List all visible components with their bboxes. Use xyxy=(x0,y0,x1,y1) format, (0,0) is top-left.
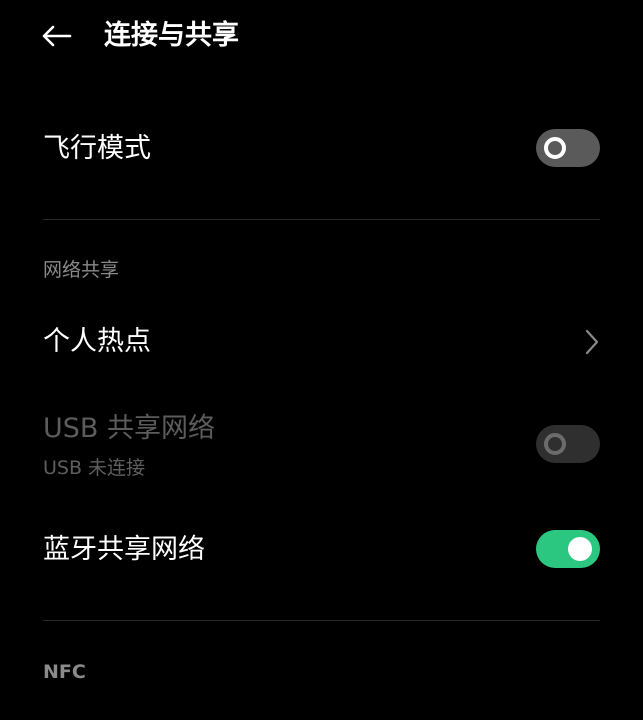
toggle-knob xyxy=(544,137,566,159)
toggle-knob xyxy=(544,433,566,455)
usb-tethering-toggle xyxy=(536,425,600,463)
airplane-mode-toggle[interactable] xyxy=(536,129,600,167)
section-header-nfc: NFC xyxy=(43,661,86,683)
divider xyxy=(43,219,600,220)
usb-tethering-row: USB 共享网络 USB 未连接 xyxy=(0,400,643,490)
hotspot-label: 个人热点 xyxy=(43,326,151,357)
bluetooth-tethering-toggle[interactable] xyxy=(536,530,600,568)
hotspot-row[interactable]: 个人热点 xyxy=(0,304,643,380)
airplane-mode-row[interactable]: 飞行模式 xyxy=(0,104,643,194)
usb-tethering-label: USB 共享网络 xyxy=(43,413,216,444)
usb-tethering-status: USB 未连接 xyxy=(43,457,146,479)
toggle-knob xyxy=(568,537,592,561)
chevron-right-icon xyxy=(580,327,604,357)
page-title: 连接与共享 xyxy=(104,20,239,51)
bluetooth-tethering-label: 蓝牙共享网络 xyxy=(43,534,205,565)
divider xyxy=(43,620,600,621)
arrow-left-icon xyxy=(42,25,72,47)
airplane-mode-label: 飞行模式 xyxy=(43,133,151,164)
back-button[interactable] xyxy=(36,18,76,54)
bluetooth-tethering-row[interactable]: 蓝牙共享网络 xyxy=(0,508,643,592)
top-app-bar: 连接与共享 xyxy=(0,0,643,74)
section-header-tethering: 网络共享 xyxy=(43,259,120,281)
